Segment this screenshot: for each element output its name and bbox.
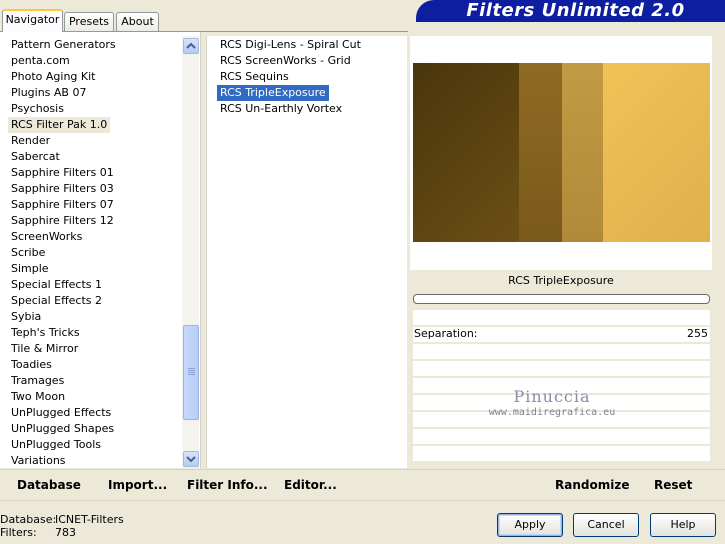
preview-strip-3 [562,63,603,242]
category-item[interactable]: Render [10,133,51,149]
category-item[interactable]: Sabercat [10,149,61,165]
chevron-up-icon [186,42,196,49]
param-row [413,429,710,444]
category-list[interactable]: Pattern Generators penta.com Photo Aging K… [0,32,201,468]
filter-list[interactable]: RCS Digi-Lens - Spiral Cut RCS ScreenWork… [206,36,407,468]
filter-item[interactable]: RCS Sequins [218,69,291,85]
category-item[interactable]: Pattern Generators [10,37,117,53]
filter-info-button[interactable]: Filter Info... [187,477,268,493]
app-title: Filters Unlimited 2.0 [466,0,685,21]
category-item[interactable]: Tramages [10,373,65,389]
help-button[interactable]: Help [650,513,716,537]
param-row [413,310,710,325]
filters-count: 783 [55,526,76,539]
scroll-thumb[interactable] [183,325,199,420]
import-button[interactable]: Import... [108,477,167,493]
filter-item[interactable]: RCS Digi-Lens - Spiral Cut [218,37,363,53]
filter-name-label: RCS TripleExposure [508,274,614,287]
database-value: ICNET-Filters [55,513,124,526]
category-item[interactable]: ScreenWorks [10,229,83,245]
scroll-down-button[interactable] [183,451,199,467]
toolbar-divider [0,469,725,470]
category-item[interactable]: Plugins AB 07 [10,85,87,101]
editor-button[interactable]: Editor... [284,477,337,493]
footer-divider [0,500,725,501]
category-item[interactable]: Sapphire Filters 07 [10,197,115,213]
database-button[interactable]: Database [17,477,81,493]
category-item[interactable]: UnPlugged Tools [10,437,102,453]
preview-strip-1 [413,63,519,242]
param-row [413,361,710,376]
filter-item[interactable]: RCS TripleExposure [217,85,329,101]
watermark-url: www.maidiregrafica.eu [488,407,616,418]
category-item[interactable]: Toadies [10,357,53,373]
category-item[interactable]: Photo Aging Kit [10,69,96,85]
category-item[interactable]: UnPlugged Shapes [10,421,115,437]
separation-value[interactable]: 255 [660,327,708,340]
filter-item[interactable]: RCS Un-Earthly Vortex [218,101,344,117]
database-label: Database: [0,513,57,526]
scroll-up-button[interactable] [183,38,199,54]
category-item[interactable]: Sapphire Filters 12 [10,213,115,229]
category-item[interactable]: Variations [10,453,67,469]
category-item[interactable]: Simple [10,261,50,277]
category-item[interactable]: penta.com [10,53,71,69]
param-row [413,446,710,461]
category-item[interactable]: Two Moon [10,389,66,405]
category-item[interactable]: RCS Filter Pak 1.0 [8,117,111,133]
category-item[interactable]: Special Effects 1 [10,277,103,293]
reset-button[interactable]: Reset [654,477,692,493]
category-item[interactable]: Scribe [10,245,46,261]
preview-image [413,63,710,242]
cancel-button[interactable]: Cancel [573,513,639,537]
tab-presets[interactable]: Presets [64,12,114,31]
category-item[interactable]: Tile & Mirror [10,341,79,357]
category-item[interactable]: Sapphire Filters 01 [10,165,115,181]
category-item[interactable]: UnPlugged Effects [10,405,112,421]
separation-label: Separation: [414,327,478,340]
randomize-button[interactable]: Randomize [555,477,629,493]
watermark-title: Pinuccia [513,387,591,406]
preview-strip-2 [519,63,562,242]
category-item[interactable]: Sapphire Filters 03 [10,181,115,197]
apply-button[interactable]: Apply [497,513,563,537]
filters-label: Filters: [0,526,37,539]
category-item[interactable]: Teph's Tricks [10,325,81,341]
filter-item[interactable]: RCS ScreenWorks - Grid [218,53,353,69]
param-row [413,344,710,359]
category-item[interactable]: Special Effects 2 [10,293,103,309]
category-item[interactable]: Psychosis [10,101,65,117]
progress-bar [413,294,710,304]
tab-navigator[interactable]: Navigator [2,9,63,32]
tab-about[interactable]: About [116,12,159,31]
chevron-down-icon [186,456,196,463]
preview-strip-4 [603,63,710,242]
category-item[interactable]: Sybia [10,309,42,325]
